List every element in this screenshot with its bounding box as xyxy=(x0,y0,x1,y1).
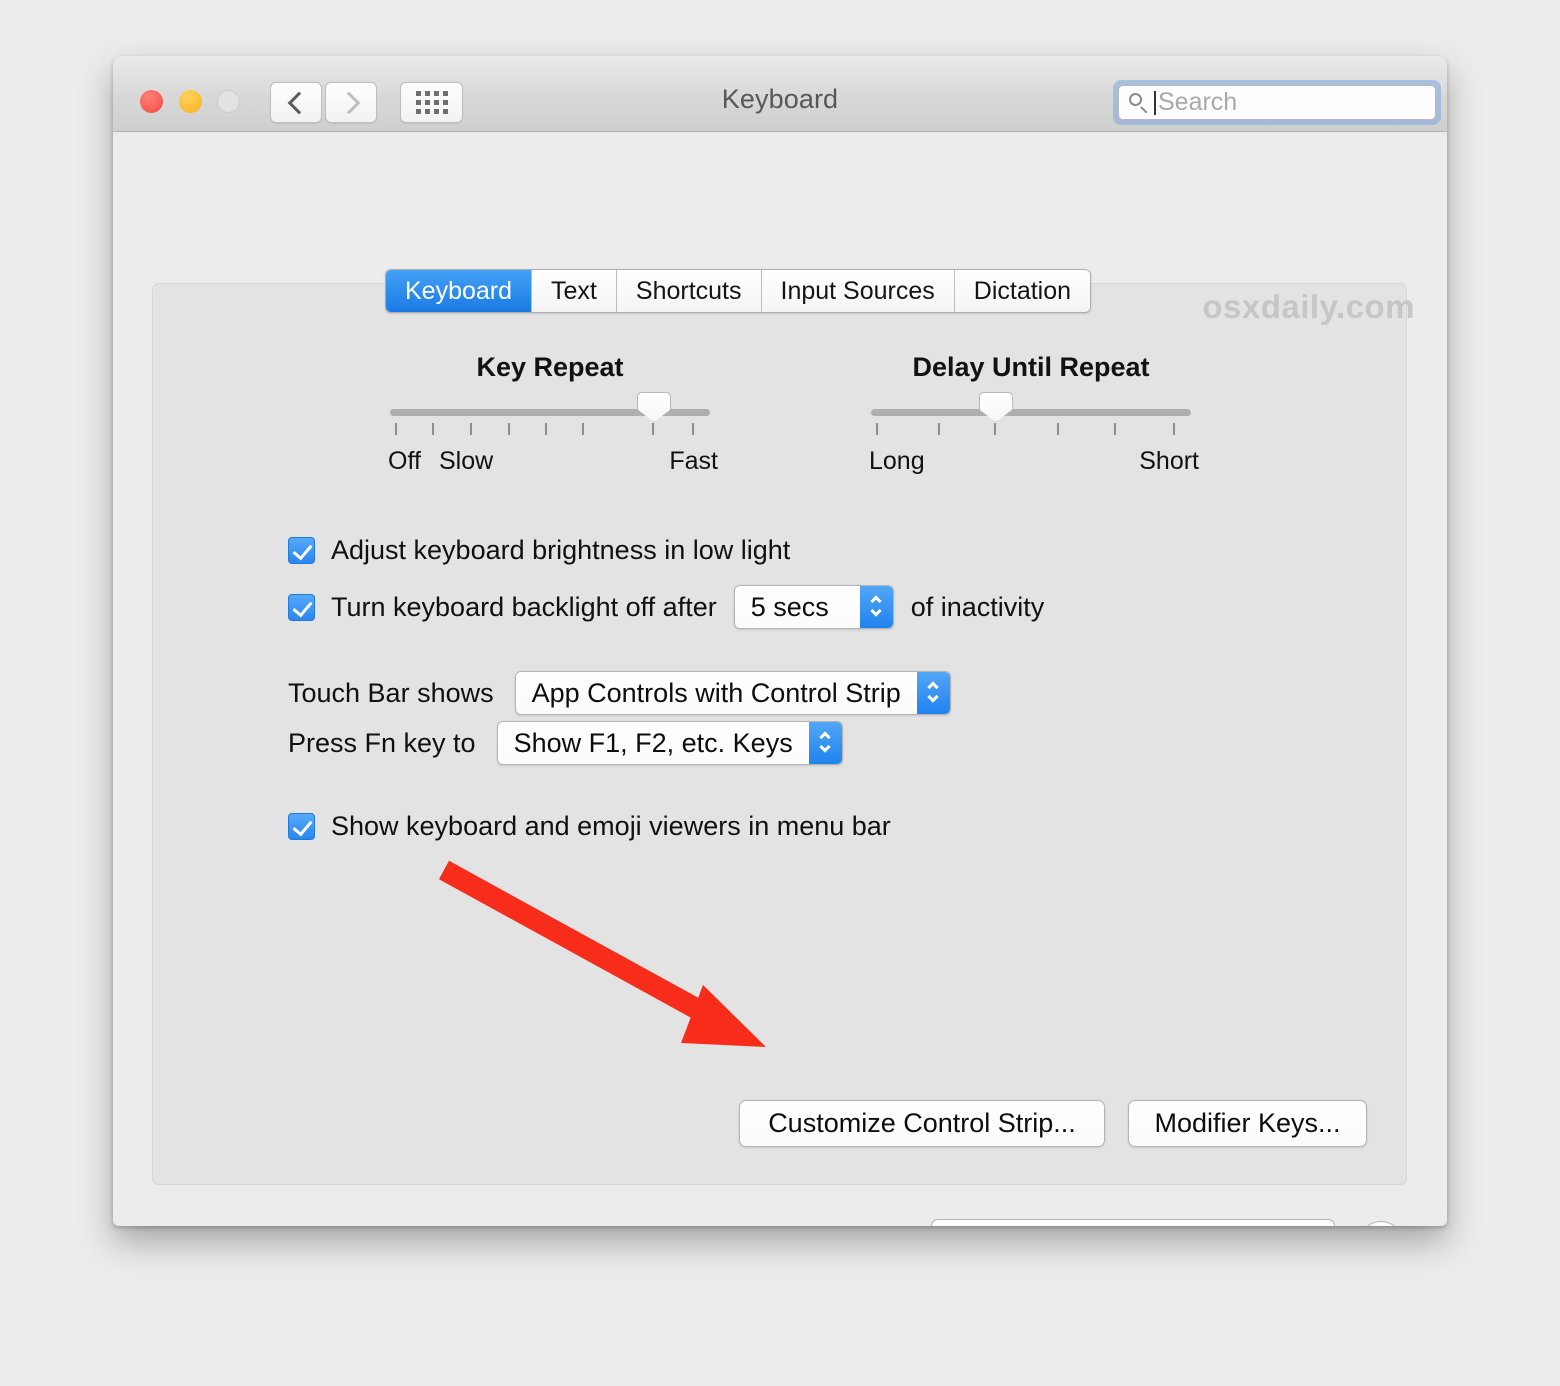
tab-shortcuts[interactable]: Shortcuts xyxy=(616,270,762,312)
tab-input-sources[interactable]: Input Sources xyxy=(761,270,955,312)
modifier-keys-button[interactable]: Modifier Keys... xyxy=(1128,1100,1367,1147)
set-up-bluetooth-keyboard-button[interactable]: Set Up Bluetooth Keyboard... xyxy=(931,1219,1335,1226)
window-titlebar: Keyboard Search xyxy=(113,56,1447,132)
system-preferences-window: Keyboard Search osxdaily.com Keyboard Te… xyxy=(113,56,1447,1226)
key-repeat-fast-label: Fast xyxy=(669,447,718,475)
delay-slider-thumb[interactable] xyxy=(978,392,1013,422)
press-fn-key-row[interactable]: Press Fn key to Show F1, F2, etc. Keys xyxy=(288,721,843,765)
delay-short-label: Short xyxy=(1139,447,1199,475)
window-content: osxdaily.com Keyboard Text Shortcuts Inp… xyxy=(113,132,1447,1226)
backlight-delay-value: 5 secs xyxy=(734,586,860,628)
show-viewers-checkbox[interactable] xyxy=(288,813,315,840)
key-repeat-slow-label: Slow xyxy=(439,447,494,475)
key-repeat-slider-labels: Off Slow Fast xyxy=(388,447,718,477)
watermark-text: osxdaily.com xyxy=(1202,288,1415,325)
search-icon xyxy=(1128,92,1150,114)
show-viewers-label: Show keyboard and emoji viewers in menu … xyxy=(331,811,891,841)
delay-long-label: Long xyxy=(869,447,925,475)
key-repeat-slider-group: Key Repeat Off Slow Fast xyxy=(388,352,718,477)
search-placeholder: Search xyxy=(1158,88,1238,116)
backlight-off-row[interactable]: Turn keyboard backlight off after 5 secs… xyxy=(288,585,1044,629)
adjust-brightness-checkbox[interactable] xyxy=(288,537,315,564)
delay-slider-track[interactable] xyxy=(871,392,1191,422)
adjust-brightness-row[interactable]: Adjust keyboard brightness in low light xyxy=(288,535,790,566)
customize-control-strip-button[interactable]: Customize Control Strip... xyxy=(739,1100,1105,1147)
backlight-off-suffix-label: of inactivity xyxy=(910,591,1045,622)
search-input[interactable]: Search xyxy=(1118,85,1436,120)
touch-bar-shows-popup[interactable]: App Controls with Control Strip xyxy=(514,671,951,715)
chevron-updown-icon xyxy=(916,672,950,714)
delay-slider-ticks xyxy=(871,423,1191,437)
delay-until-repeat-slider-group: Delay Until Repeat Long Short xyxy=(869,352,1199,477)
touch-bar-shows-value: App Controls with Control Strip xyxy=(515,672,917,714)
tab-keyboard[interactable]: Keyboard xyxy=(386,270,533,312)
show-viewers-row[interactable]: Show keyboard and emoji viewers in menu … xyxy=(288,811,891,842)
tab-text[interactable]: Text xyxy=(532,270,617,312)
tab-dictation[interactable]: Dictation xyxy=(954,270,1091,312)
key-repeat-title: Key Repeat xyxy=(476,352,624,382)
delay-slider-labels: Long Short xyxy=(869,447,1199,477)
touch-bar-shows-label: Touch Bar shows xyxy=(288,677,494,708)
touch-bar-shows-row[interactable]: Touch Bar shows App Controls with Contro… xyxy=(288,671,951,715)
press-fn-key-label: Press Fn key to xyxy=(288,727,476,758)
backlight-delay-popup[interactable]: 5 secs xyxy=(733,585,894,629)
backlight-off-checkbox[interactable] xyxy=(288,593,315,621)
delay-until-repeat-title: Delay Until Repeat xyxy=(912,352,1150,382)
key-repeat-slider-ticks xyxy=(390,423,710,437)
key-repeat-slider-thumb[interactable] xyxy=(637,392,671,422)
press-fn-key-popup[interactable]: Show F1, F2, etc. Keys xyxy=(496,721,843,765)
adjust-brightness-label: Adjust keyboard brightness in low light xyxy=(331,535,791,565)
search-field-focus-ring: Search xyxy=(1113,80,1441,125)
tab-bar: Keyboard Text Shortcuts Input Sources Di… xyxy=(385,269,1092,313)
backlight-off-label: Turn keyboard backlight off after xyxy=(331,591,717,622)
press-fn-key-value: Show F1, F2, etc. Keys xyxy=(497,722,809,764)
chevron-updown-icon xyxy=(808,722,842,764)
key-repeat-off-label: Off xyxy=(388,447,421,475)
text-caret xyxy=(1154,90,1156,115)
key-repeat-slider-track[interactable] xyxy=(390,392,710,422)
chevron-updown-icon xyxy=(859,586,893,628)
help-button[interactable]: ? xyxy=(1359,1221,1403,1226)
